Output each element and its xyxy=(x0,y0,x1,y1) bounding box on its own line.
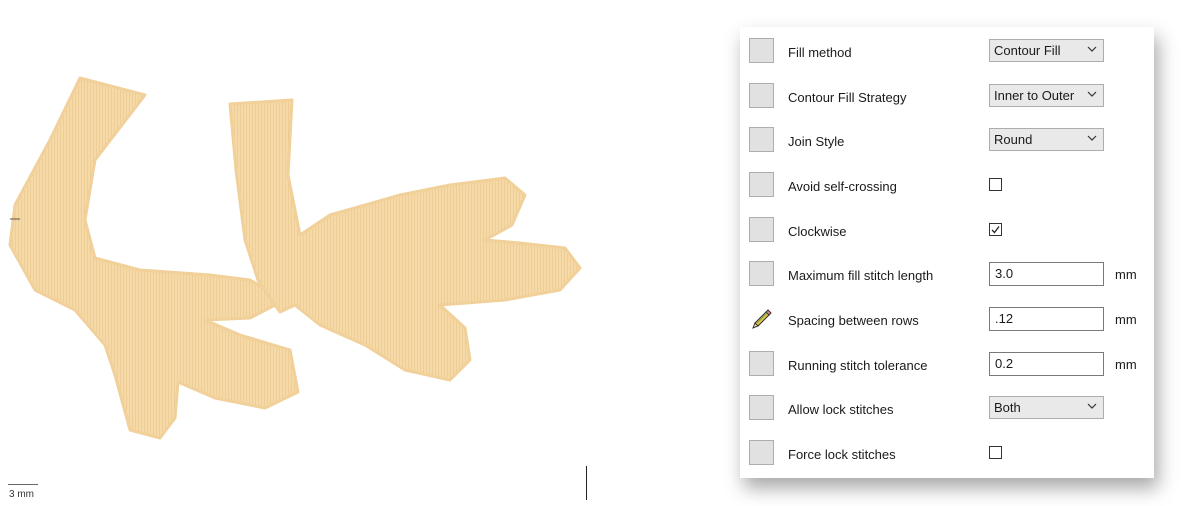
avoid-self-crossing-toggle-button[interactable] xyxy=(749,172,774,197)
checkmark-icon xyxy=(991,226,1000,234)
spacing-between-rows-value: .12 xyxy=(995,311,1014,326)
contour-fill-strategy-label: Contour Fill Strategy xyxy=(788,90,907,105)
running-stitch-tolerance-input[interactable]: 0.2 xyxy=(989,352,1104,376)
row-max-fill-stitch-length: Maximum fill stitch length 3.0 mm xyxy=(740,252,1154,296)
join-style-label: Join Style xyxy=(788,134,845,149)
chevron-down-icon xyxy=(1087,135,1097,141)
row-running-stitch-tolerance: Running stitch tolerance 0.2 mm xyxy=(740,342,1154,386)
row-join-style: Join Style Round xyxy=(740,118,1154,162)
row-avoid-self-crossing: Avoid self-crossing xyxy=(740,163,1154,207)
max-fill-stitch-length-label: Maximum fill stitch length xyxy=(788,268,934,283)
max-fill-stitch-length-value: 3.0 xyxy=(995,266,1014,281)
force-lock-stitches-checkbox[interactable] xyxy=(989,446,1002,459)
running-stitch-tolerance-toggle-button[interactable] xyxy=(749,351,774,376)
parameters-panel: Fill method Contour Fill Contour Fill St… xyxy=(740,27,1154,478)
spacing-between-rows-unit: mm xyxy=(1115,312,1137,327)
pencil-icon xyxy=(752,309,772,329)
embroidery-shape-preview xyxy=(8,76,582,440)
join-style-toggle-button[interactable] xyxy=(749,127,774,152)
force-lock-stitches-label: Force lock stitches xyxy=(788,447,896,462)
avoid-self-crossing-label: Avoid self-crossing xyxy=(788,179,897,194)
row-clockwise: Clockwise xyxy=(740,208,1154,252)
chevron-down-icon xyxy=(1087,46,1097,52)
allow-lock-stitches-value: Both xyxy=(994,400,1021,415)
join-style-select[interactable]: Round xyxy=(989,128,1104,151)
max-fill-stitch-length-unit: mm xyxy=(1115,267,1137,282)
fill-method-select[interactable]: Contour Fill xyxy=(989,39,1104,62)
row-contour-fill-strategy: Contour Fill Strategy Inner to Outer xyxy=(740,74,1154,118)
running-stitch-tolerance-value: 0.2 xyxy=(995,356,1014,371)
max-fill-stitch-length-toggle-button[interactable] xyxy=(749,261,774,286)
right-arrow-shape xyxy=(228,98,582,382)
fill-method-toggle-button[interactable] xyxy=(749,38,774,63)
row-allow-lock-stitches: Allow lock stitches Both xyxy=(740,386,1154,430)
clockwise-toggle-button[interactable] xyxy=(749,217,774,242)
spacing-between-rows-toggle-button[interactable] xyxy=(749,306,774,331)
running-stitch-tolerance-label: Running stitch tolerance xyxy=(788,358,928,373)
force-lock-stitches-toggle-button[interactable] xyxy=(749,440,774,465)
fill-method-value: Contour Fill xyxy=(994,43,1061,58)
contour-fill-strategy-value: Inner to Outer xyxy=(994,88,1075,103)
max-fill-stitch-length-input[interactable]: 3.0 xyxy=(989,262,1104,286)
chevron-down-icon xyxy=(1087,403,1097,409)
allow-lock-stitches-toggle-button[interactable] xyxy=(749,395,774,420)
avoid-self-crossing-checkbox[interactable] xyxy=(989,178,1002,191)
vertical-divider xyxy=(586,466,587,500)
chevron-down-icon xyxy=(1087,91,1097,97)
allow-lock-stitches-label: Allow lock stitches xyxy=(788,402,894,417)
spacing-between-rows-label: Spacing between rows xyxy=(788,313,919,328)
contour-fill-strategy-toggle-button[interactable] xyxy=(749,83,774,108)
running-stitch-tolerance-unit: mm xyxy=(1115,357,1137,372)
row-spacing-between-rows: Spacing between rows .12 mm xyxy=(740,297,1154,341)
contour-fill-strategy-select[interactable]: Inner to Outer xyxy=(989,84,1104,107)
scale-label: 3 mm xyxy=(9,489,34,500)
embroidery-preview-canvas[interactable]: 3 mm xyxy=(0,0,740,506)
row-fill-method: Fill method Contour Fill xyxy=(740,29,1154,73)
join-style-value: Round xyxy=(994,132,1033,147)
clockwise-label: Clockwise xyxy=(788,224,847,239)
fill-method-label: Fill method xyxy=(788,45,852,60)
allow-lock-stitches-select[interactable]: Both xyxy=(989,396,1104,419)
spacing-between-rows-input[interactable]: .12 xyxy=(989,307,1104,331)
clockwise-checkbox[interactable] xyxy=(989,223,1002,236)
row-force-lock-stitches: Force lock stitches xyxy=(740,431,1154,475)
